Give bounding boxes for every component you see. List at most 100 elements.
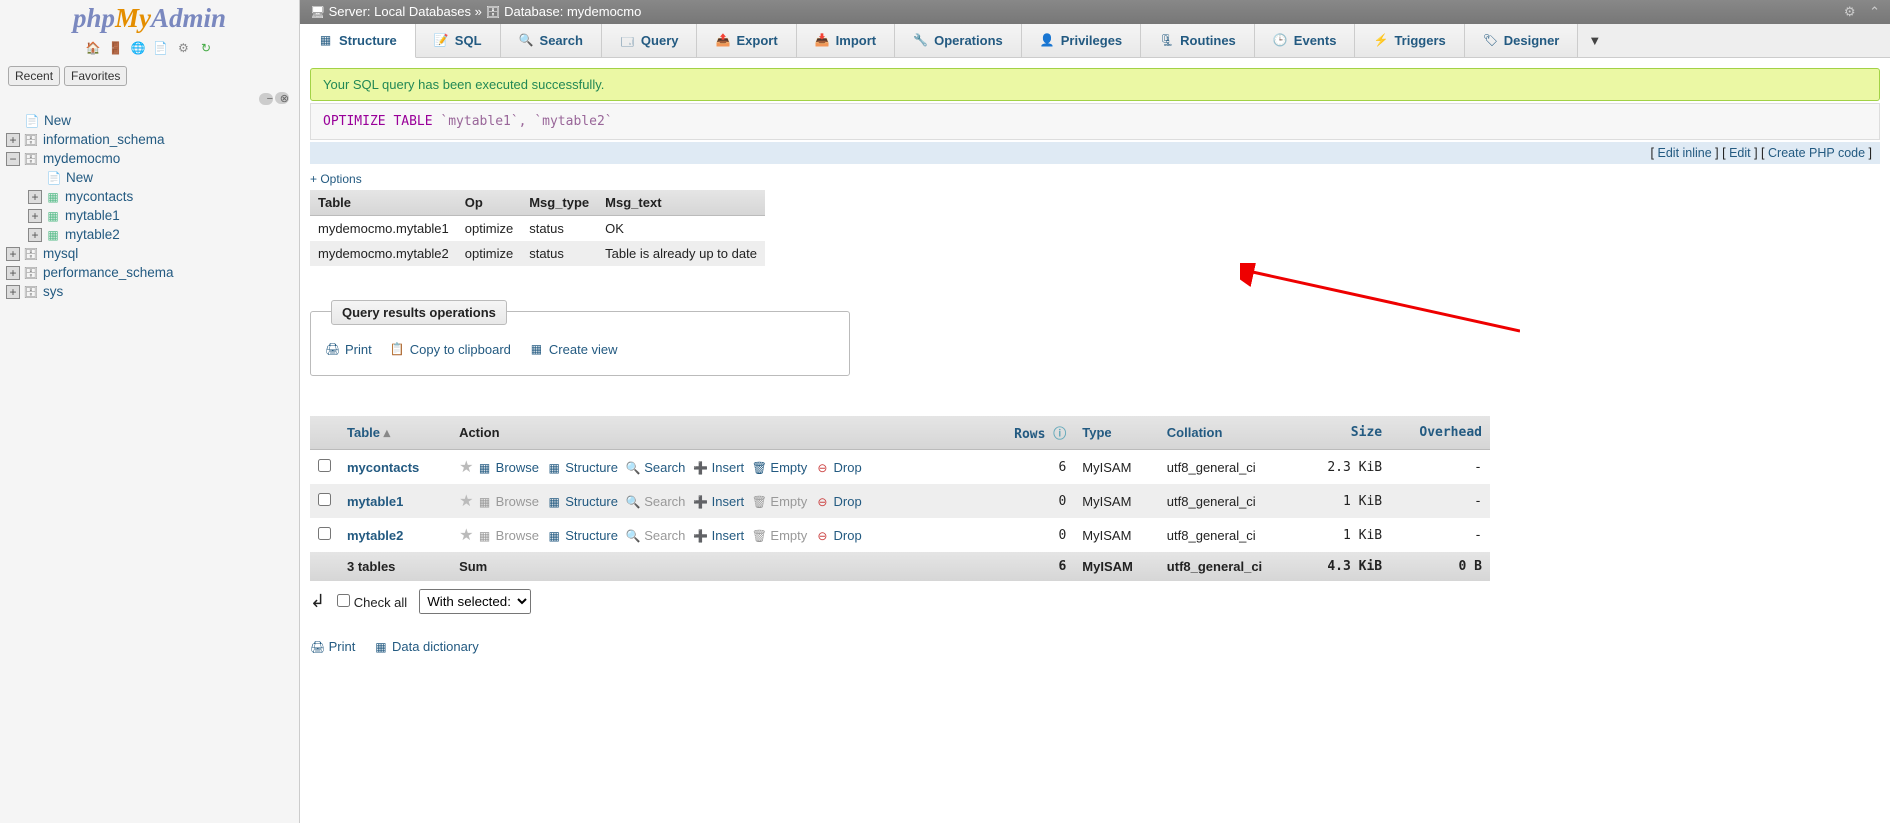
create-php-link[interactable]: Create PHP code	[1768, 146, 1865, 160]
table-row: mytable1★ ▦ Browse ▦ Structure 🔍 Search …	[310, 484, 1490, 518]
col-table: Table	[310, 190, 457, 216]
browse-link[interactable]: ▦ Browse	[477, 494, 539, 509]
tab-privileges[interactable]: 👤Privileges	[1022, 24, 1141, 57]
footer-data-dict-link[interactable]: ▦ Data dictionary	[373, 639, 478, 655]
empty-link[interactable]: 🗑 Empty	[752, 494, 807, 509]
check-all-checkbox[interactable]	[337, 594, 350, 607]
drop-link[interactable]: ⊖ Drop	[815, 528, 862, 543]
breadcrumb: 🖥 Server: Local Databases » 🗄 Database: …	[300, 0, 1890, 24]
col-msgtype: Msg_type	[521, 190, 597, 216]
tree-mydemocmo[interactable]: −🗄mydemocmo	[6, 149, 299, 168]
sidebar: phpMyAdmin 🏠 🚪 🌐 📄 ⚙ ↻ Recent Favorites …	[0, 0, 300, 823]
favorite-icon[interactable]: ★	[459, 459, 473, 476]
logout-icon[interactable]: 🚪	[108, 41, 123, 56]
tree-mytable1[interactable]: +▦mytable1	[6, 206, 299, 225]
edit-link[interactable]: Edit	[1729, 146, 1751, 160]
settings-icon[interactable]: ⚙	[176, 41, 191, 56]
tab-import[interactable]: 📥Import	[797, 24, 895, 57]
reload-icon[interactable]: ↻	[199, 41, 214, 56]
footer-print-link[interactable]: 🖨 Print	[310, 639, 355, 655]
insert-link[interactable]: ➕ Insert	[693, 528, 744, 543]
tab-export[interactable]: 📤Export	[697, 24, 796, 57]
with-selected[interactable]: With selected:	[419, 589, 531, 614]
tab-sql[interactable]: 📝SQL	[416, 24, 501, 57]
col-action: Action	[451, 416, 988, 450]
tab-search[interactable]: 🔍Search	[501, 24, 602, 57]
tree-collapse-icons[interactable]: −⊗	[0, 90, 299, 107]
insert-link[interactable]: ➕ Insert	[693, 460, 744, 475]
tree-mysql[interactable]: +🗄mysql	[6, 244, 299, 263]
structure-link[interactable]: ▦ Structure	[547, 528, 618, 543]
tree-infoschema[interactable]: +🗄information_schema	[6, 130, 299, 149]
bc-db[interactable]: mydemocmo	[567, 4, 641, 19]
empty-link[interactable]: 🗑 Empty	[752, 528, 807, 543]
tables-list: Table ▴ Action Rows ⓘ Type Collation Siz…	[310, 416, 1490, 581]
print-link[interactable]: 🖨Print	[325, 342, 372, 357]
row-checkbox[interactable]	[318, 527, 331, 540]
main-tabs: ▦Structure 📝SQL 🔍Search 🗔Query 📤Export 📥…	[300, 24, 1890, 58]
col-overhead[interactable]: Overhead	[1390, 416, 1490, 450]
browse-link[interactable]: ▦ Browse	[477, 460, 539, 475]
tree-mycontacts[interactable]: +▦mycontacts	[6, 187, 299, 206]
row-checkbox[interactable]	[318, 493, 331, 506]
tab-more[interactable]: ▼	[1578, 24, 1611, 57]
col-tablename[interactable]: Table ▴	[339, 416, 451, 450]
search-link[interactable]: 🔍 Search	[626, 494, 686, 509]
col-size[interactable]: Size	[1300, 416, 1390, 450]
options-link[interactable]: + Options	[310, 172, 362, 186]
tab-query[interactable]: 🗔Query	[602, 24, 698, 57]
drop-link[interactable]: ⊖ Drop	[815, 494, 862, 509]
tree-mytable2[interactable]: +▦mytable2	[6, 225, 299, 244]
pma-logo[interactable]: phpMyAdmin	[0, 0, 299, 38]
table-name-link[interactable]: mytable1	[347, 494, 403, 509]
tree-mydemo-new[interactable]: 📄New	[6, 168, 299, 187]
tree-sys[interactable]: +🗄sys	[6, 282, 299, 301]
query-icon[interactable]: 🌐	[131, 41, 146, 56]
check-all[interactable]: Check all	[337, 594, 407, 610]
page-settings-icon[interactable]: ⚙	[1844, 4, 1856, 19]
structure-link[interactable]: ▦ Structure	[547, 494, 618, 509]
tab-designer[interactable]: 🏷Designer	[1465, 24, 1579, 57]
favorites-button[interactable]: Favorites	[64, 66, 127, 86]
tree-new[interactable]: 📄New	[6, 111, 299, 130]
table-row: mytable2★ ▦ Browse ▦ Structure 🔍 Search …	[310, 518, 1490, 552]
drop-link[interactable]: ⊖ Drop	[815, 460, 862, 475]
quick-icons: 🏠 🚪 🌐 📄 ⚙ ↻	[0, 38, 299, 62]
create-view-link[interactable]: ▦Create view	[529, 342, 618, 357]
browse-link[interactable]: ▦ Browse	[477, 528, 539, 543]
structure-link[interactable]: ▦ Structure	[547, 460, 618, 475]
home-icon[interactable]: 🏠	[85, 41, 100, 56]
col-type[interactable]: Type	[1074, 416, 1159, 450]
foot-sum: Sum	[451, 552, 988, 581]
insert-link[interactable]: ➕ Insert	[693, 494, 744, 509]
tab-triggers[interactable]: ⚡Triggers	[1355, 24, 1464, 57]
recent-button[interactable]: Recent	[8, 66, 60, 86]
edit-inline-link[interactable]: Edit inline	[1658, 146, 1712, 160]
db-tree: 📄New +🗄information_schema −🗄mydemocmo 📄N…	[0, 107, 299, 301]
col-collation[interactable]: Collation	[1159, 416, 1300, 450]
sql-query-box: OPTIMIZE TABLE `mytable1`, `mytable2`	[310, 103, 1880, 140]
bc-server[interactable]: Server: Local Databases	[329, 4, 471, 19]
tab-routines[interactable]: 🗜Routines	[1141, 24, 1255, 57]
table-name-link[interactable]: mycontacts	[347, 460, 419, 475]
foot-coll: utf8_general_ci	[1159, 552, 1300, 581]
copy-clipboard-link[interactable]: 📋Copy to clipboard	[390, 342, 511, 357]
empty-link[interactable]: 🗑 Empty	[752, 460, 807, 475]
row-checkbox[interactable]	[318, 459, 331, 472]
docs-icon[interactable]: 📄	[153, 41, 168, 56]
tab-operations[interactable]: 🔧Operations	[895, 24, 1022, 57]
tab-structure[interactable]: ▦Structure	[300, 24, 416, 58]
search-link[interactable]: 🔍 Search	[626, 528, 686, 543]
favorite-icon[interactable]: ★	[459, 527, 473, 544]
foot-over: 0 B	[1390, 552, 1490, 581]
page-up-icon[interactable]: ⌃	[1869, 4, 1880, 19]
tab-events[interactable]: 🕒Events	[1255, 24, 1356, 57]
foot-type: MyISAM	[1074, 552, 1159, 581]
tree-perfschema[interactable]: +🗄performance_schema	[6, 263, 299, 282]
table-name-link[interactable]: mytable2	[347, 528, 403, 543]
table-row: mycontacts ★ ▦ Browse ▦ Structure 🔍 Searc…	[310, 450, 1490, 485]
col-rows[interactable]: Rows ⓘ	[988, 416, 1075, 450]
foot-tables: 3 tables	[339, 552, 451, 581]
favorite-icon[interactable]: ★	[459, 493, 473, 510]
search-link[interactable]: 🔍 Search	[626, 460, 686, 475]
